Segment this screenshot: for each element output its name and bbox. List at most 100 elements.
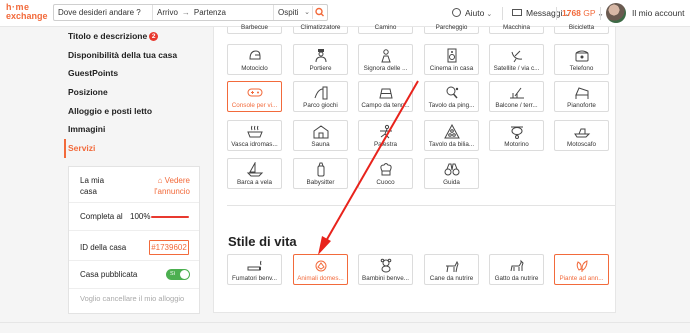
see-listing-link[interactable]: ⌂ Vedere l'annuncio bbox=[154, 175, 190, 197]
gamepad-icon bbox=[247, 88, 262, 97]
lifestyle-label: Cane da nutrire bbox=[429, 275, 474, 282]
departure-date-label: Partenza bbox=[193, 8, 226, 17]
see-listing-line2: l'annuncio bbox=[154, 187, 190, 196]
amenity-bicycle[interactable]: Bicicletta bbox=[554, 24, 609, 34]
amenity-air-conditioning[interactable]: Climatizzatore bbox=[293, 24, 348, 34]
home-icon: ⌂ bbox=[157, 176, 165, 185]
amenity-label: Pianoforte bbox=[567, 102, 596, 109]
lifestyle-section-title: Stile di vita bbox=[228, 234, 297, 249]
amenity-barbecue[interactable]: Barbecue bbox=[227, 24, 282, 34]
amenity-label: Vasca idromas... bbox=[231, 141, 278, 148]
home-exchange-logo[interactable]: h·me exchange bbox=[6, 3, 54, 23]
amenity-playground[interactable]: Parco giochi bbox=[293, 81, 348, 112]
gym-icon bbox=[379, 124, 392, 139]
amenity-label: Satellite / via c... bbox=[493, 65, 540, 72]
lifestyle-label: Gatto da nutrire bbox=[494, 275, 539, 282]
amenity-tennis-court[interactable]: Campo da tenn... bbox=[358, 81, 413, 112]
lifestyle-smokers[interactable]: Fumatori benv... bbox=[227, 254, 282, 285]
amenity-sauna[interactable]: Sauna bbox=[293, 120, 348, 151]
published-label: Casa pubblicata bbox=[80, 270, 138, 279]
destination-input[interactable]: Dove desideri andare ? bbox=[54, 5, 153, 20]
lifestyle-dog[interactable]: Cane da nutrire bbox=[424, 254, 479, 285]
house-id-value[interactable]: #1739602 bbox=[149, 240, 189, 255]
toggle-label: Sì bbox=[170, 271, 176, 277]
avatar[interactable] bbox=[606, 3, 626, 23]
amenity-sailboat[interactable]: Barca a vela bbox=[227, 158, 282, 189]
baby-bottle-icon bbox=[317, 162, 324, 177]
amenity-satellite[interactable]: Satellite / via c... bbox=[489, 44, 544, 75]
globe-icon bbox=[452, 8, 461, 18]
lifestyle-cat[interactable]: Gatto da nutrire bbox=[489, 254, 544, 285]
lifestyle-label: Fumatori benv... bbox=[231, 275, 278, 282]
sidebar-item-availability[interactable]: Disponibilità della tua casa bbox=[68, 46, 203, 65]
completion-progress-bar bbox=[151, 216, 189, 218]
guests-selector[interactable]: Ospiti ⌄ bbox=[274, 5, 312, 20]
sidebar-item-location[interactable]: Posizione bbox=[68, 83, 203, 102]
sidebar-item-accommodation[interactable]: Alloggio e posti letto bbox=[68, 102, 203, 121]
amenity-label: Babysitter bbox=[306, 179, 335, 186]
amenity-balcony[interactable]: Balcone / terr... bbox=[489, 81, 544, 112]
listing-sidebar: Titolo e descrizione 2 Disponibilità dell… bbox=[64, 27, 203, 158]
sidebar-item-services[interactable]: Servizi bbox=[64, 139, 203, 158]
amenity-piano[interactable]: Pianoforte bbox=[554, 81, 609, 112]
amenity-label: Barca a vela bbox=[236, 179, 272, 186]
sauna-icon bbox=[313, 125, 328, 139]
amenity-jacuzzi[interactable]: Vasca idromas... bbox=[227, 120, 282, 151]
lifestyle-plants[interactable]: Piante ad ann... bbox=[554, 254, 609, 285]
sidebar-item-title-description[interactable]: Titolo e descrizione 2 bbox=[68, 27, 203, 46]
lifestyle-children[interactable]: Bambini benve... bbox=[358, 254, 413, 285]
sidebar-item-guestpoints[interactable]: GuestPoints bbox=[68, 64, 203, 83]
amenity-game-console[interactable]: Console per vi... bbox=[227, 81, 282, 112]
amenity-telephone[interactable]: Telefono bbox=[554, 44, 609, 75]
amenity-label: Barbecue bbox=[241, 24, 268, 31]
amenity-label: Camino bbox=[374, 24, 397, 31]
amenity-car[interactable]: Macchina bbox=[489, 24, 544, 34]
amenity-cleaning-lady[interactable]: Signora delle ... bbox=[358, 44, 413, 75]
house-id-label: ID della casa bbox=[80, 243, 127, 252]
account-menu[interactable]: Il mio account bbox=[632, 0, 684, 27]
delete-listing-link[interactable]: Voglio cancellare il mio alloggio bbox=[80, 294, 184, 303]
amenity-billiard[interactable]: Tavolo da bilia... bbox=[424, 120, 479, 151]
guests-label: Ospiti bbox=[278, 8, 299, 17]
piano-icon bbox=[574, 87, 588, 99]
sidebar-item-images[interactable]: Immagini bbox=[68, 120, 203, 139]
toggle-knob bbox=[180, 270, 189, 279]
my-house-label: La mia casa bbox=[80, 175, 104, 197]
chevron-down-icon: ⌄ bbox=[304, 9, 310, 16]
amenity-chef[interactable]: Cuoco bbox=[358, 158, 413, 189]
amenity-label: Palestra bbox=[373, 141, 398, 148]
search-button[interactable] bbox=[312, 6, 326, 19]
amenity-label: Bicicletta bbox=[568, 24, 595, 31]
amenity-fireplace[interactable]: Camino bbox=[358, 24, 413, 34]
amenity-doorman[interactable]: Portiere bbox=[293, 44, 348, 75]
arrow-right-icon: → bbox=[181, 8, 190, 17]
slide-icon bbox=[314, 86, 327, 100]
lifestyle-pets[interactable]: Animali domes... bbox=[293, 254, 348, 285]
amenity-motorboat[interactable]: Motoscafo bbox=[554, 120, 609, 151]
amenity-guide[interactable]: Guida bbox=[424, 158, 479, 189]
billiard-icon bbox=[443, 124, 460, 139]
published-toggle[interactable]: Sì bbox=[166, 269, 190, 280]
amenity-label: Portiere bbox=[309, 65, 332, 72]
amenity-label: Motoscafo bbox=[566, 141, 597, 148]
amenity-motorcycle[interactable]: Motociclo bbox=[227, 44, 282, 75]
sidebar-item-label: Alloggio e posti letto bbox=[68, 105, 153, 116]
jacuzzi-icon bbox=[246, 125, 263, 138]
amenity-babysitter[interactable]: Babysitter bbox=[293, 158, 348, 189]
sidebar-item-label: Immagini bbox=[68, 124, 106, 135]
guestpoints-balance[interactable]: 1768 GP⌄ bbox=[562, 0, 603, 27]
help-menu[interactable]: Aiuto ⌄ bbox=[452, 0, 492, 27]
amenity-scooter[interactable]: Motorino bbox=[489, 120, 544, 151]
help-label: Aiuto bbox=[465, 8, 485, 18]
dates-selector[interactable]: Arrivo → Partenza bbox=[153, 5, 274, 20]
search-bar: Dove desideri andare ? Arrivo → Partenza O… bbox=[53, 4, 328, 21]
guestpoints-unit: GP bbox=[583, 8, 596, 18]
amenity-home-cinema[interactable]: Cinema in casa bbox=[424, 44, 479, 75]
chef-hat-icon bbox=[379, 163, 392, 176]
teddy-bear-icon bbox=[380, 258, 391, 273]
amenity-parking[interactable]: Parcheggio bbox=[424, 24, 479, 34]
speaker-icon bbox=[447, 48, 456, 63]
lifestyle-label: Piante ad ann... bbox=[559, 275, 604, 282]
amenity-gym[interactable]: Palestra bbox=[358, 120, 413, 151]
amenity-ping-pong[interactable]: Tavolo da ping... bbox=[424, 81, 479, 112]
